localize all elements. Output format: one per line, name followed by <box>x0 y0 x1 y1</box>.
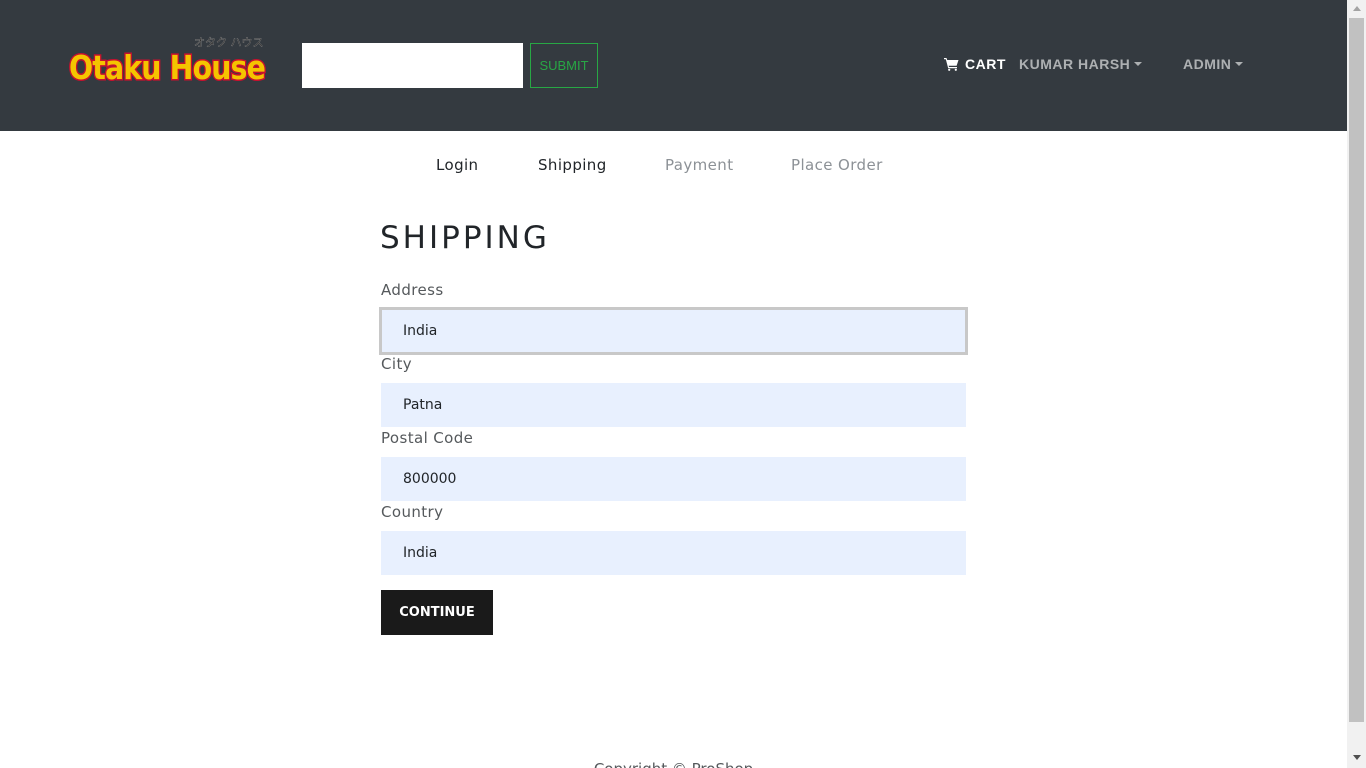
admin-label: Admin <box>1183 56 1232 72</box>
city-field[interactable] <box>381 383 966 427</box>
caret-down-icon <box>1134 62 1143 66</box>
postal-code-field[interactable] <box>381 457 966 501</box>
country-label: Country <box>381 503 444 521</box>
navbar: オタク ハウス Otaku House Submit Cart Kumar Ha… <box>0 0 1347 131</box>
user-menu-dropdown[interactable]: Kumar Harsh <box>1019 54 1143 74</box>
search-input[interactable] <box>302 43 523 88</box>
otaku-house-logo[interactable]: オタク ハウス Otaku House <box>66 32 272 86</box>
step-place-order: Place Order <box>791 156 883 174</box>
city-label: City <box>381 355 412 373</box>
cart-link[interactable]: Cart <box>944 54 1006 74</box>
address-label: Address <box>381 281 444 299</box>
address-field[interactable] <box>379 307 968 355</box>
scroll-down-arrow-icon[interactable] <box>1353 755 1361 760</box>
country-field[interactable] <box>381 531 966 575</box>
footer-copyright: Copyright © ProShop <box>0 760 1347 768</box>
page: オタク ハウス Otaku House Submit Cart Kumar Ha… <box>0 0 1366 768</box>
checkout-steps: Login Shipping Payment Place Order <box>0 155 1347 175</box>
user-name-label: Kumar Harsh <box>1019 56 1131 72</box>
caret-down-icon <box>1235 62 1244 66</box>
continue-button[interactable]: Continue <box>381 590 493 635</box>
postal-code-label: Postal Code <box>381 429 474 447</box>
step-payment: Payment <box>665 156 734 174</box>
cart-label: Cart <box>965 56 1006 72</box>
scroll-up-arrow-icon[interactable] <box>1353 6 1361 11</box>
step-login[interactable]: Login <box>436 155 478 175</box>
scrollbar-thumb[interactable] <box>1349 18 1364 722</box>
logo-text: Otaku House <box>69 48 265 86</box>
cart-icon <box>944 58 959 71</box>
step-shipping[interactable]: Shipping <box>538 155 607 175</box>
vertical-scrollbar[interactable] <box>1347 0 1366 768</box>
submit-button[interactable]: Submit <box>530 43 598 88</box>
page-title: Shipping <box>380 220 550 256</box>
admin-menu-dropdown[interactable]: Admin <box>1183 54 1244 74</box>
